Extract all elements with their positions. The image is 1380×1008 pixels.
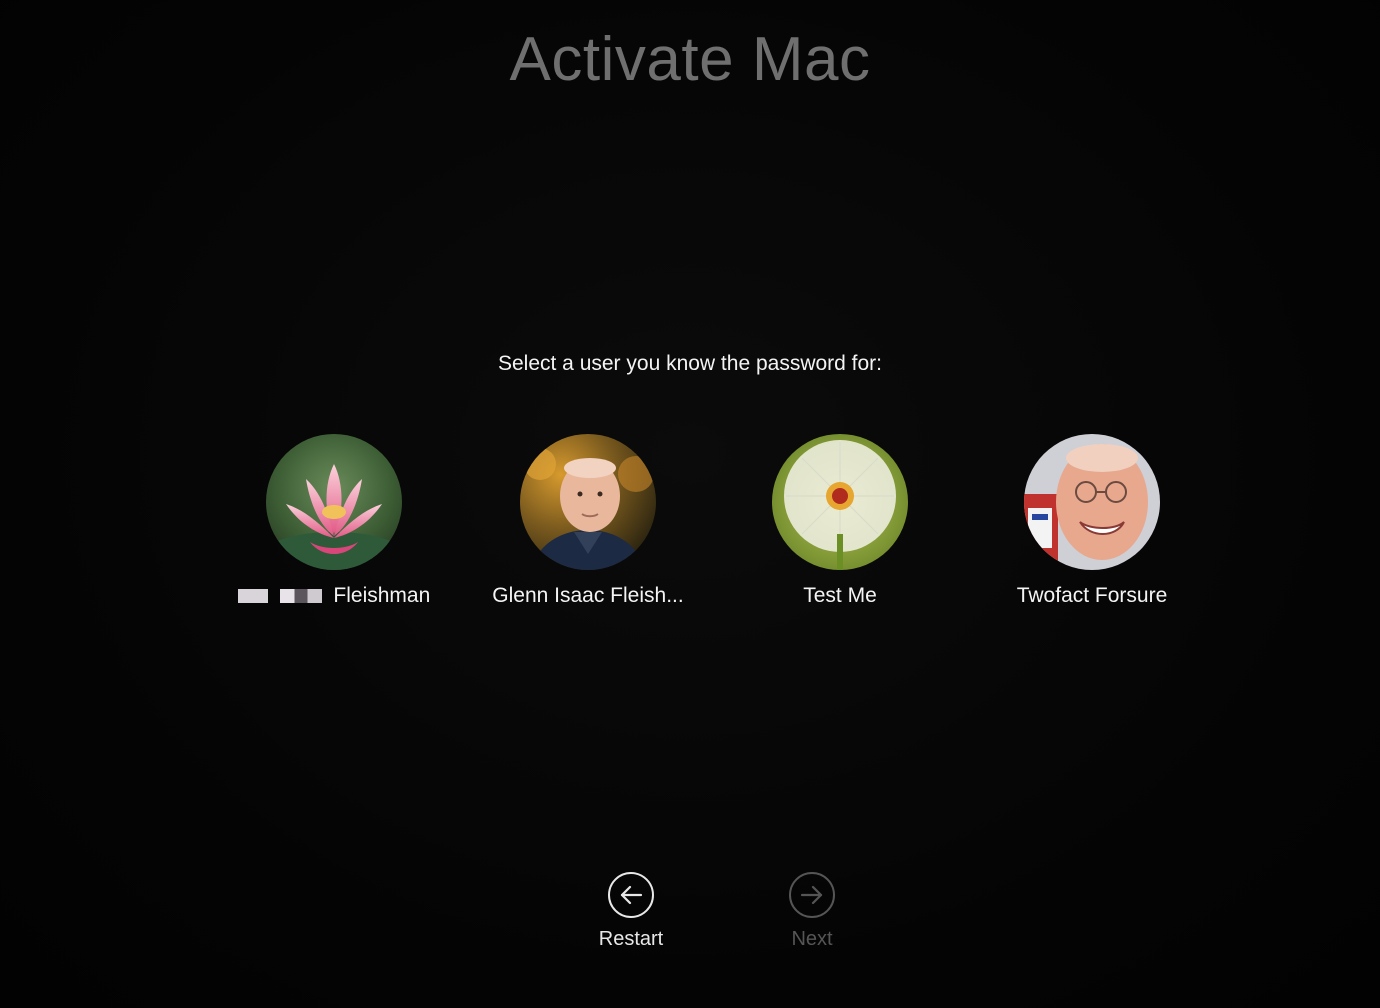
select-user-prompt: Select a user you know the password for: [497, 352, 883, 375]
activation-screen: Activate Mac Select a user you know the … [0, 0, 1380, 1008]
user-avatar-glenn[interactable] [520, 434, 656, 570]
user-name-label: Test Me [803, 584, 877, 607]
redacted-block [237, 589, 268, 604]
user-option-twofact-forsure[interactable]: Twofact Forsure [972, 434, 1212, 608]
arrow-right-circle-icon[interactable] [789, 872, 835, 918]
user-avatar-twofact[interactable] [1024, 434, 1160, 570]
man-portrait-image [520, 434, 656, 570]
user-name-label: Fleishman [214, 584, 454, 608]
user-avatar-lotus[interactable] [266, 434, 402, 570]
restart-button[interactable]: Restart [571, 872, 691, 951]
user-option-test-me[interactable]: Test Me [720, 434, 960, 608]
user-avatar-dandelion[interactable] [772, 434, 908, 570]
restart-label: Restart [598, 928, 664, 950]
next-button[interactable]: Next [752, 872, 872, 951]
smiling-man-image [1024, 434, 1160, 570]
page-title: Activate Mac [509, 25, 871, 94]
next-label: Next [791, 928, 833, 950]
user-option-glenn-isaac[interactable]: Glenn Isaac Fleish... [468, 434, 708, 608]
redacted-block [279, 589, 322, 604]
user-name-label: Glenn Isaac Fleish... [492, 584, 684, 607]
lotus-flower-image [266, 434, 402, 570]
arrow-left-circle-icon[interactable] [608, 872, 654, 918]
dandelion-image [772, 434, 908, 570]
user-option-fleishman[interactable]: Fleishman [214, 434, 454, 608]
user-name-label: Twofact Forsure [1016, 584, 1168, 607]
